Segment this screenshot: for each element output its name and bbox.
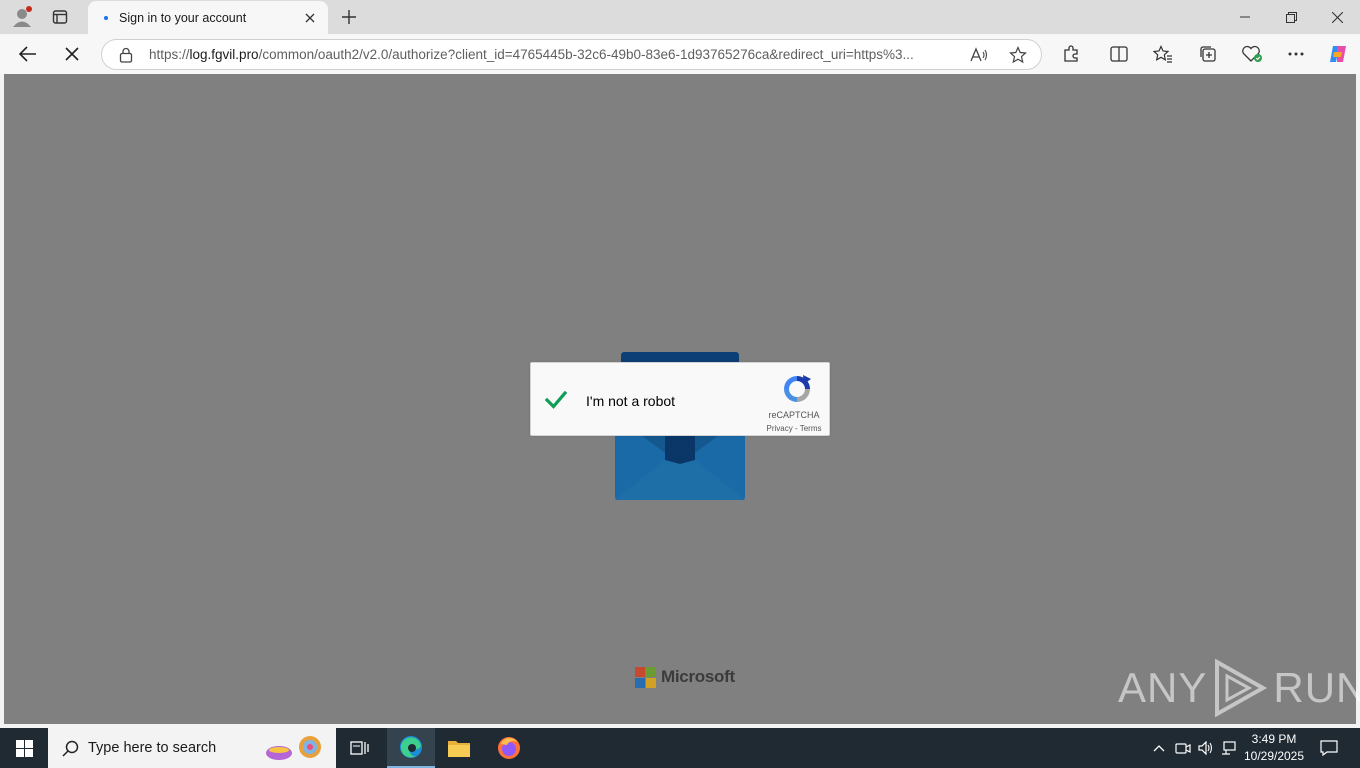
puzzle-icon [1064, 45, 1078, 62]
active-tab[interactable]: Sign in to your account [88, 1, 328, 34]
tab-close-icon[interactable] [300, 8, 320, 28]
url-host: log.fgvil.pro [189, 47, 259, 62]
favorites-button[interactable] [1147, 38, 1179, 70]
url-path: /common/oauth2/v2.0/authorize?client_id=… [258, 47, 914, 62]
edge-icon [400, 736, 422, 758]
profile-button[interactable] [8, 4, 36, 30]
play-triangle-icon [1215, 658, 1268, 718]
new-tab-button[interactable] [336, 4, 362, 30]
speaker-icon [1198, 741, 1213, 755]
watermark-left: ANY [1118, 664, 1208, 711]
notifications-button[interactable] [1316, 728, 1342, 768]
windows-taskbar: Type here to search 3:49 PM 10/29/2025 [0, 728, 1360, 768]
clock-date: 10/29/2025 [1243, 749, 1305, 763]
split-screen-icon [1110, 46, 1128, 62]
captcha-label: I'm not a robot [586, 393, 676, 409]
windows-logo-icon [15, 739, 33, 757]
link-separator: - [792, 424, 800, 433]
network-button[interactable] [1220, 728, 1238, 768]
site-info-icon[interactable] [117, 46, 135, 64]
tab-actions-button[interactable] [46, 4, 74, 30]
microsoft-wordmark: Microsoft [661, 667, 735, 686]
copilot-icon [1330, 46, 1346, 62]
address-bar[interactable]: https://log.fgvil.pro/common/oauth2/v2.0… [101, 39, 1042, 70]
url-text[interactable]: https://log.fgvil.pro/common/oauth2/v2.0… [149, 47, 914, 62]
taskbar-clock[interactable]: 3:49 PM 10/29/2025 [1238, 731, 1310, 765]
restore-button[interactable] [1268, 0, 1314, 34]
start-button[interactable] [0, 728, 48, 768]
browser-tab-strip: Sign in to your account [0, 0, 1360, 34]
meet-now-button[interactable] [1174, 728, 1192, 768]
edge-taskbar-button[interactable] [387, 728, 435, 768]
microsoft-logo: Microsoft [635, 666, 735, 688]
taskbar-search-box[interactable]: Type here to search [48, 728, 336, 768]
search-placeholder: Type here to search [88, 740, 217, 756]
minimize-icon [1240, 16, 1250, 18]
url-prefix: https:// [149, 47, 190, 62]
read-aloud-icon[interactable] [968, 44, 990, 66]
tab-actions-icon [52, 10, 68, 24]
network-icon [1222, 741, 1236, 755]
clock-time: 3:49 PM [1251, 732, 1297, 746]
favorite-star-icon[interactable] [1007, 44, 1029, 66]
search-icon [60, 738, 80, 758]
volume-button[interactable] [1197, 728, 1215, 768]
notification-icon [1320, 740, 1338, 756]
file-explorer-button[interactable] [435, 728, 483, 768]
task-view-button[interactable] [336, 728, 384, 768]
chevron-up-icon [1153, 745, 1165, 752]
show-hidden-icons-button[interactable] [1150, 728, 1168, 768]
loading-dot-icon [103, 15, 109, 21]
task-view-icon [350, 741, 369, 755]
recaptcha-brand: reCAPTCHA [768, 410, 820, 420]
back-button[interactable] [12, 38, 44, 70]
checkmark-icon[interactable] [543, 387, 569, 413]
firefox-taskbar-button[interactable] [485, 728, 533, 768]
stop-icon [65, 47, 79, 61]
more-dots-icon [1288, 52, 1304, 56]
camera-icon [1175, 743, 1191, 754]
copilot-button[interactable] [1322, 38, 1354, 70]
page-content-overlay: I'm not a robot reCAPTCHA Privacy - Term… [4, 74, 1360, 724]
close-window-button[interactable] [1314, 0, 1360, 34]
minimize-button[interactable] [1222, 0, 1268, 34]
privacy-link[interactable]: Privacy [767, 424, 793, 433]
terms-link[interactable]: Terms [800, 424, 822, 433]
close-icon [1331, 11, 1343, 23]
browser-essentials-button[interactable] [1236, 38, 1268, 70]
profile-icon [13, 6, 32, 27]
stop-loading-button[interactable] [56, 38, 88, 70]
browser-toolbar: https://log.fgvil.pro/common/oauth2/v2.0… [0, 34, 1360, 74]
firefox-icon [498, 737, 520, 759]
recaptcha-logo-icon [784, 375, 811, 402]
favorites-icon [1153, 45, 1172, 63]
anyrun-watermark: ANY RUN [1118, 658, 1360, 718]
heart-pulse-icon [1242, 45, 1262, 62]
tab-title: Sign in to your account [119, 10, 247, 25]
restore-icon [1285, 11, 1297, 23]
back-arrow-icon [19, 46, 36, 62]
microsoft-squares-icon [635, 667, 656, 688]
extensions-button[interactable] [1055, 38, 1087, 70]
settings-menu-button[interactable] [1280, 38, 1312, 70]
search-highlight-icon [266, 736, 321, 760]
split-screen-button[interactable] [1103, 38, 1135, 70]
folder-icon [448, 741, 470, 757]
recaptcha-widget: I'm not a robot reCAPTCHA Privacy - Term… [530, 362, 830, 436]
watermark-right: RUN [1273, 664, 1360, 711]
collections-button[interactable] [1192, 38, 1224, 70]
recaptcha-links: Privacy - Terms [757, 424, 831, 433]
plus-icon [342, 10, 356, 24]
collections-icon [1200, 46, 1216, 62]
